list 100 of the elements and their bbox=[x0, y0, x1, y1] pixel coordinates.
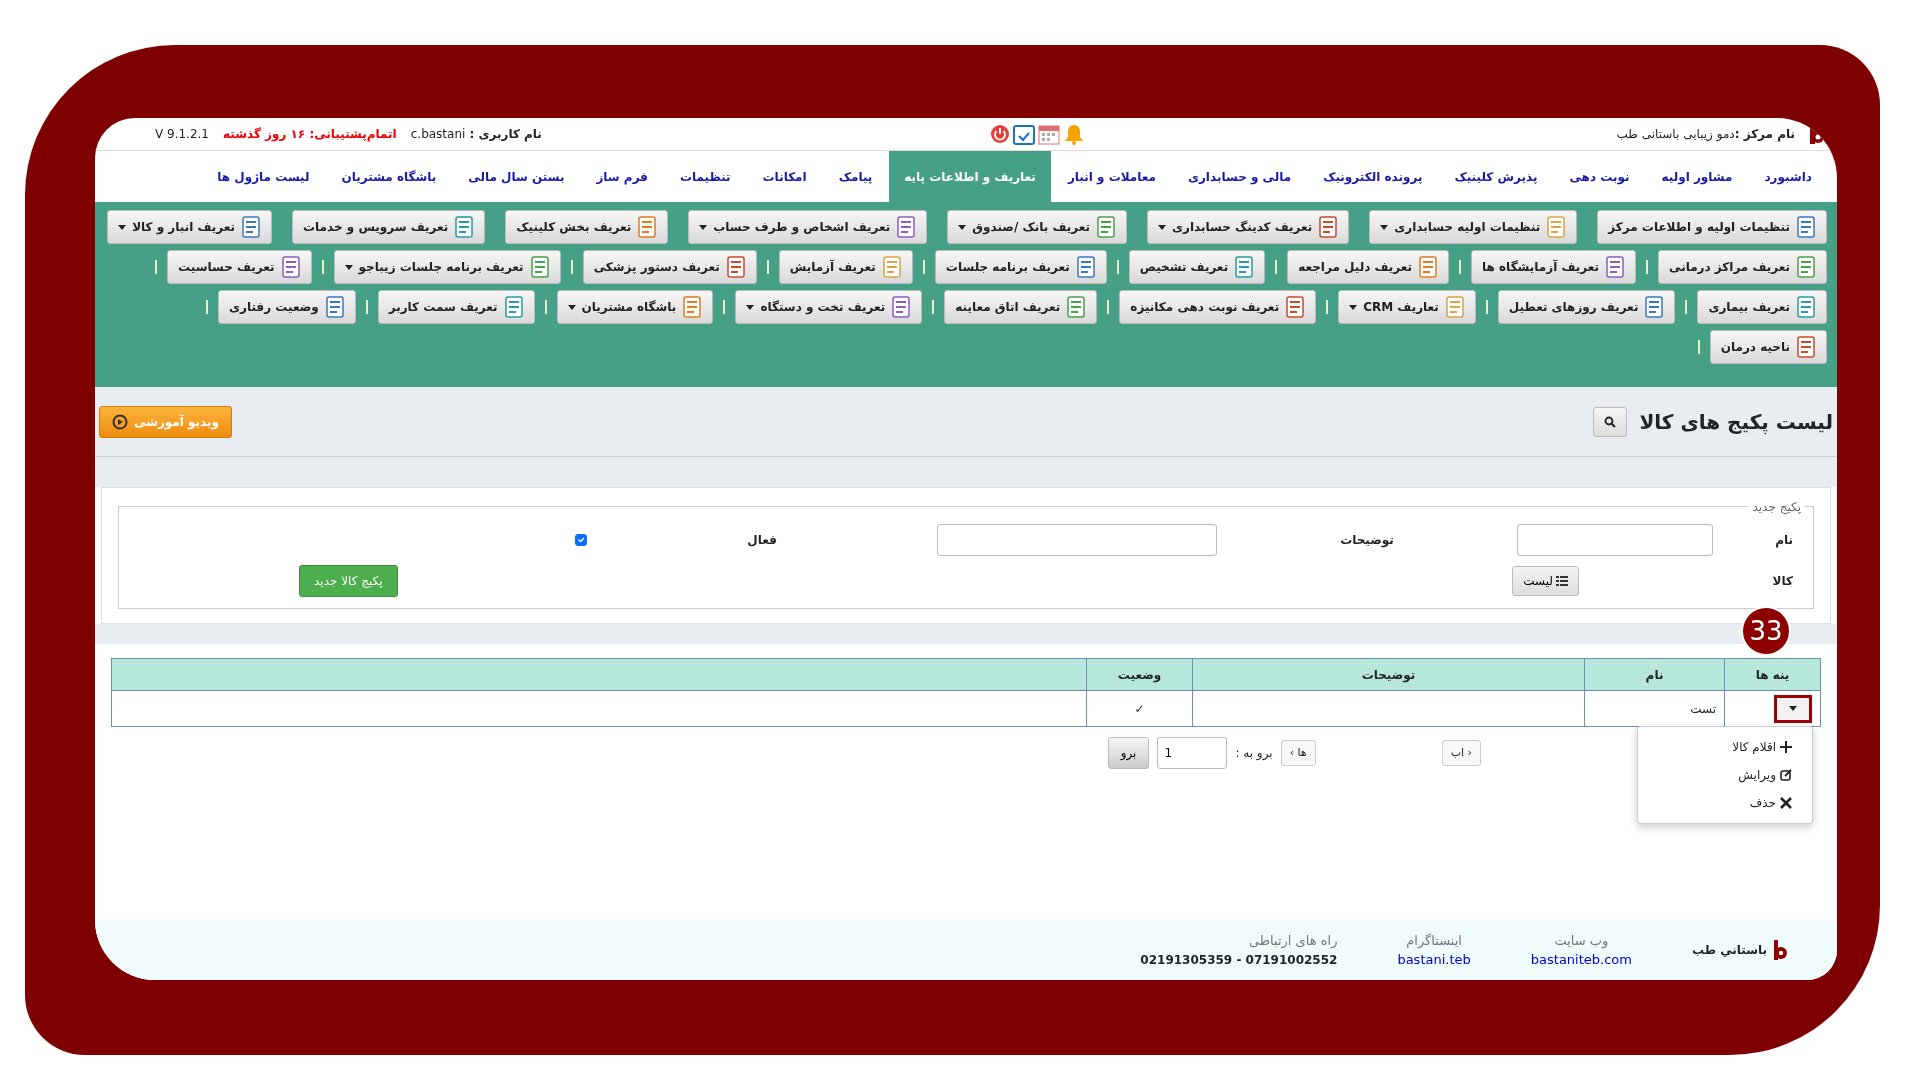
menu-item[interactable]: حذف bbox=[1638, 789, 1812, 817]
website-link[interactable]: bastaniteb.com bbox=[1530, 950, 1632, 970]
document-icon bbox=[1285, 296, 1306, 318]
document-icon bbox=[503, 296, 524, 318]
caret-icon bbox=[1789, 706, 1797, 711]
toolbar-button[interactable]: تعریف حساسیت bbox=[167, 250, 312, 284]
field-label: کالا bbox=[1771, 573, 1793, 590]
search-button[interactable] bbox=[1593, 406, 1628, 437]
toolbar-button[interactable]: تعریف برنامه جلسات زیباجو bbox=[333, 250, 561, 284]
menu-item[interactable]: اقلام کالا bbox=[1638, 733, 1812, 761]
toolbar-button[interactable]: تعریف مراکز درمانی bbox=[1658, 250, 1827, 284]
field-label: نام bbox=[1774, 532, 1793, 549]
status-cell: ✓ bbox=[1086, 690, 1193, 727]
document-icon bbox=[324, 296, 345, 318]
instagram-link[interactable]: bastani.teb bbox=[1397, 950, 1471, 970]
toolbar-button[interactable]: تعریف دستور پزشکی bbox=[582, 250, 757, 284]
document-icon bbox=[529, 256, 550, 278]
toolbar-button[interactable]: تعریف کدینگ حسابداری bbox=[1146, 210, 1350, 244]
toolbar-button[interactable]: تنظیمات اولیه و اطلاعات مرکز bbox=[1597, 210, 1827, 244]
page-number-field[interactable]: 1 bbox=[1157, 737, 1228, 769]
document-icon bbox=[1796, 216, 1816, 238]
toolbar-button[interactable]: باشگاه مشتریان bbox=[556, 290, 714, 324]
field-label: فعال bbox=[746, 532, 778, 549]
nav-tab[interactable]: پذیرش کلینیک bbox=[1439, 151, 1553, 202]
toolbar-button[interactable]: تعریف اتاق معاینه bbox=[944, 290, 1098, 324]
power-icon bbox=[989, 124, 1010, 144]
document-icon bbox=[637, 216, 658, 238]
toolbar-button[interactable]: ناحیه درمان bbox=[1709, 330, 1827, 364]
toolbar-button[interactable]: تعاریف CRM bbox=[1338, 290, 1476, 324]
document-icon bbox=[1546, 216, 1567, 238]
toolbar-button[interactable]: تعریف دلیل مراجعه bbox=[1287, 250, 1450, 284]
document-icon bbox=[241, 216, 261, 238]
nav-tab[interactable]: نوبت دهی bbox=[1554, 151, 1645, 202]
play-icon bbox=[112, 413, 128, 430]
nav-tab[interactable]: معاملات و انبار bbox=[1052, 151, 1171, 202]
field-label: توضیحات bbox=[1339, 532, 1395, 549]
toolbar-button[interactable]: تعریف بخش کلینیک bbox=[505, 210, 669, 244]
close-icon bbox=[1780, 797, 1792, 809]
document-icon bbox=[881, 256, 902, 278]
nav-tab[interactable]: تنظیمات bbox=[664, 151, 746, 202]
toolbar-button[interactable]: تعریف روزهای تعطیل bbox=[1497, 290, 1676, 324]
edit-icon bbox=[1780, 769, 1792, 781]
list-button[interactable]: لیست bbox=[1512, 566, 1579, 596]
nav-tab[interactable]: بستن سال مالی bbox=[453, 151, 580, 202]
toolbar-button[interactable]: تعریف سمت کاربر bbox=[377, 290, 535, 324]
toolbar-button[interactable]: تعریف بیماری bbox=[1697, 290, 1827, 324]
menu-item[interactable]: ویرایش bbox=[1638, 761, 1812, 789]
document-icon bbox=[280, 256, 301, 278]
center-name-label: نام مرکز :دمو زیبایی باستانی طب bbox=[1616, 126, 1795, 143]
toolbar-button[interactable]: تعریف سرویس و خدمات bbox=[292, 210, 486, 244]
toolbar-button[interactable]: تعریف آزمایشگاه ها bbox=[1471, 250, 1636, 284]
footer-label: وب سایت bbox=[1554, 931, 1609, 950]
document-icon bbox=[1318, 216, 1339, 238]
toolbar-button[interactable]: تعریف انبار و کالا bbox=[107, 210, 272, 244]
nav-tab[interactable]: باشگاه مشتریان bbox=[326, 151, 452, 202]
version-label: V 9.1.2.1 bbox=[155, 126, 209, 143]
column-header: ینه ها bbox=[1724, 658, 1821, 691]
toolbar-button[interactable]: تعریف آزمایش bbox=[778, 250, 913, 284]
nav-tab[interactable]: پیامک bbox=[823, 151, 888, 202]
name-field[interactable] bbox=[1517, 524, 1713, 556]
document-icon bbox=[1796, 336, 1816, 358]
document-icon bbox=[896, 216, 917, 238]
goto-label: برو به : bbox=[1235, 745, 1273, 762]
page-title: لیست پکیج های کالا bbox=[1639, 409, 1833, 434]
nav-tab[interactable]: لیست ماژول ها bbox=[202, 151, 325, 202]
nav-tab[interactable]: مالی و حسابداری bbox=[1172, 151, 1307, 202]
toolbar-button[interactable]: تعریف نوبت دهی مکانیزه bbox=[1119, 290, 1317, 324]
footer-label: اینستاگرام bbox=[1406, 931, 1462, 950]
search-icon bbox=[1604, 415, 1617, 428]
document-icon bbox=[1095, 216, 1116, 238]
document-icon bbox=[1796, 296, 1816, 318]
toolbar-button[interactable]: تعریف تشخیص bbox=[1128, 250, 1266, 284]
column-header: نام bbox=[1584, 658, 1725, 691]
go-button[interactable]: برو bbox=[1107, 737, 1150, 769]
list-icon bbox=[1556, 576, 1568, 586]
toolbar-button[interactable]: وضعیت رفتاری bbox=[218, 290, 356, 324]
nav-tab[interactable]: داشبورد bbox=[1749, 151, 1827, 202]
toolbar-button[interactable]: تنظیمات اولیه حسابداری bbox=[1369, 210, 1578, 244]
document-icon bbox=[1605, 256, 1625, 278]
column-header: وضعیت bbox=[1086, 658, 1193, 691]
document-icon bbox=[682, 296, 703, 318]
description-field[interactable] bbox=[937, 524, 1217, 556]
pager-link[interactable]: ‹ اب bbox=[1441, 739, 1481, 767]
nav-tab[interactable]: مشاور اولیه bbox=[1646, 151, 1748, 202]
document-icon bbox=[891, 296, 912, 318]
row-menu-button[interactable] bbox=[1774, 694, 1812, 723]
toolbar-button[interactable]: تعریف اشخاص و طرف حساب bbox=[688, 210, 928, 244]
calendar-icon bbox=[1037, 123, 1060, 145]
toolbar-button[interactable]: تعریف بانک /صندوق bbox=[947, 210, 1127, 244]
active-checkbox[interactable] bbox=[575, 534, 587, 546]
support-status: اتمام‌پشتیبانی: ۱۶ روز گذشته bbox=[223, 126, 397, 143]
toolbar-button[interactable]: تعریف برنامه جلسات bbox=[934, 250, 1107, 284]
nav-tab[interactable]: امکانات bbox=[747, 151, 822, 202]
nav-tab[interactable]: فرم ساز bbox=[581, 151, 663, 202]
pager-link[interactable]: ها › bbox=[1280, 739, 1316, 767]
column-header: توضیحات bbox=[1192, 658, 1585, 691]
document-icon bbox=[1418, 256, 1439, 278]
nav-tab[interactable]: پرونده الکترونیک bbox=[1308, 151, 1438, 202]
document-icon bbox=[1075, 256, 1096, 278]
toolbar-button[interactable]: تعریف تخت و دستگاه bbox=[735, 290, 923, 324]
